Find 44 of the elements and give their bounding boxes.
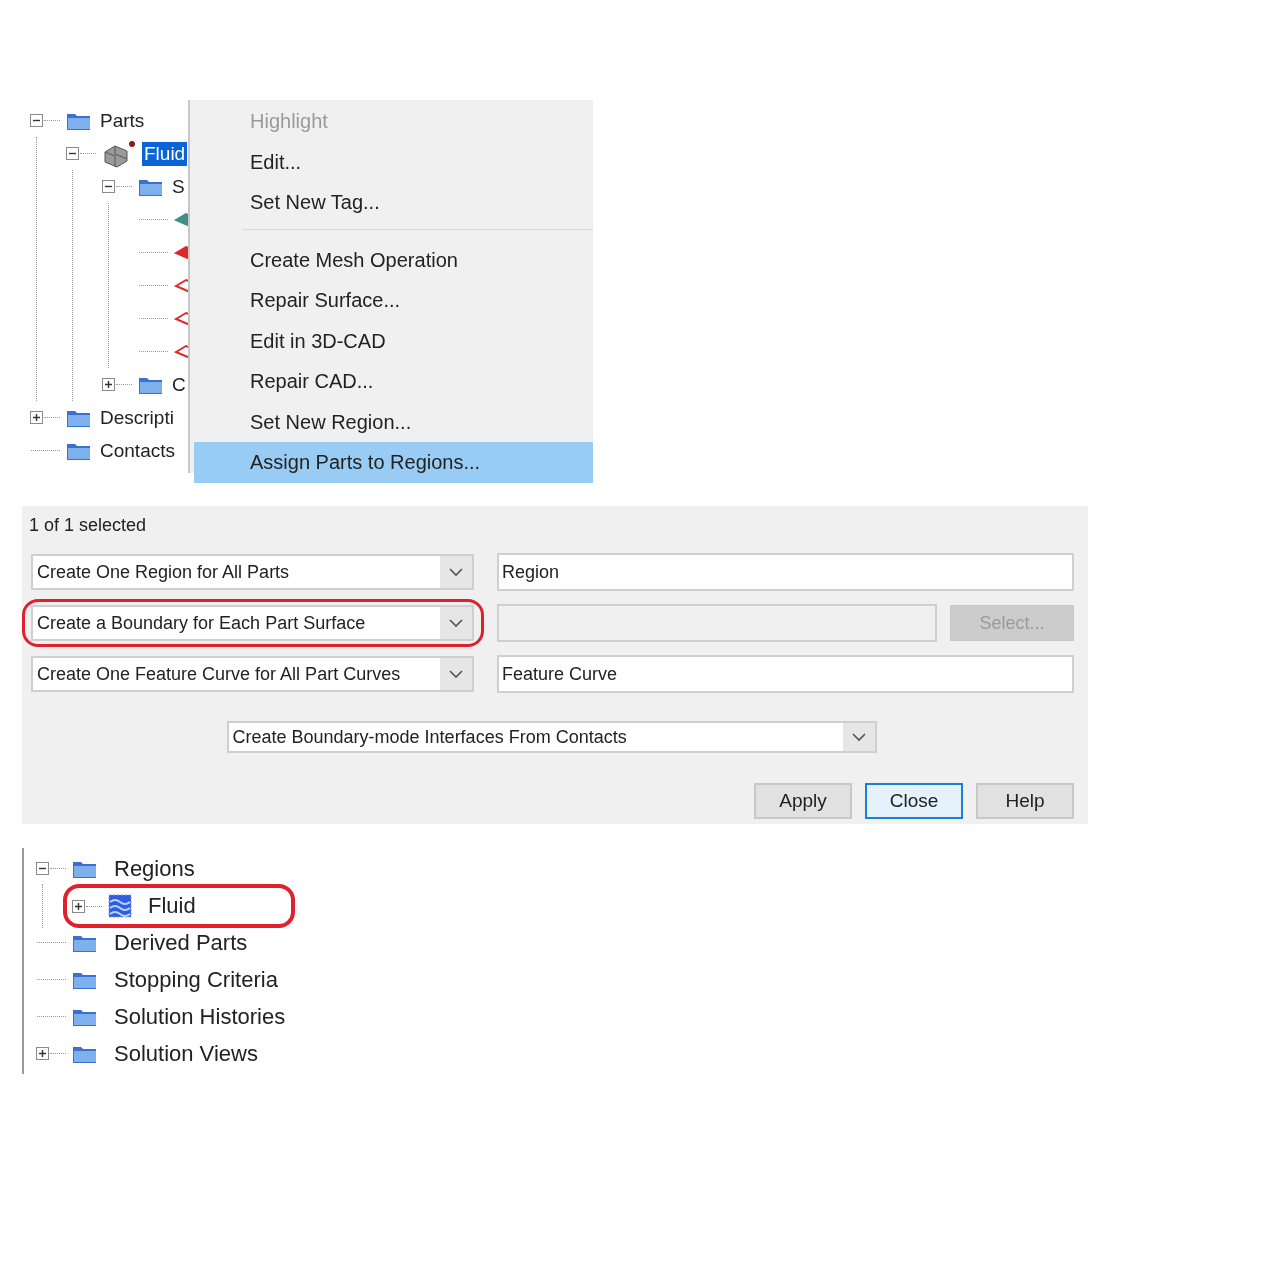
expand-toggle[interactable] xyxy=(102,378,115,391)
caret-icon xyxy=(449,669,463,679)
dialog-button[interactable]: Apply xyxy=(754,783,852,819)
collapse-toggle[interactable] xyxy=(66,147,79,160)
menu-item[interactable]: Set New Region... xyxy=(190,401,593,442)
tree-item[interactable]: Regions xyxy=(112,854,197,883)
expand-toggle[interactable] xyxy=(30,411,43,424)
tree-item[interactable]: Fluid xyxy=(146,892,198,920)
text-field[interactable]: Region xyxy=(497,553,1074,591)
tree-item[interactable]: Stopping Criteria xyxy=(112,965,280,994)
dropdown[interactable]: Create One Feature Curve for All Part Curves xyxy=(31,656,474,692)
menu-item[interactable]: Edit in 3D-CAD xyxy=(190,320,593,361)
selection-status: 1 of 1 selected xyxy=(29,514,148,537)
tree-item[interactable]: Parts xyxy=(98,108,147,133)
expand-toggle[interactable] xyxy=(36,1047,49,1060)
caret-icon xyxy=(449,567,463,577)
caret-icon xyxy=(449,618,463,628)
menu-item[interactable]: Repair CAD... xyxy=(190,361,593,402)
caret-icon xyxy=(851,732,866,742)
dropdown[interactable]: Create a Boundary for Each Part Surface xyxy=(31,605,474,641)
menu-item[interactable]: Set New Tag... xyxy=(190,182,593,223)
wave-icon xyxy=(108,894,132,918)
menu-item[interactable]: Repair Surface... xyxy=(190,280,593,321)
text-field[interactable]: Feature Curve xyxy=(497,655,1074,693)
tree-item[interactable]: Solution Histories xyxy=(112,1002,288,1031)
tree-item[interactable]: Fluid xyxy=(142,141,188,166)
menu-item[interactable]: Create Mesh Operation xyxy=(190,239,593,280)
menu-item[interactable]: Assign Parts to Regions... xyxy=(194,442,593,483)
tree-item[interactable]: C xyxy=(170,372,188,397)
tree-item[interactable]: S xyxy=(170,174,187,199)
collapse-toggle[interactable] xyxy=(102,180,115,193)
dropdown[interactable]: Create Boundary-mode Interfaces From Contacts xyxy=(226,721,877,753)
tree-item[interactable]: Derived Parts xyxy=(112,928,250,957)
collapse-toggle[interactable] xyxy=(30,114,43,127)
menu-item[interactable]: Edit... xyxy=(190,141,593,182)
tree-item[interactable]: Descripti xyxy=(98,405,176,430)
block-icon xyxy=(102,139,136,168)
dialog-button[interactable]: Help xyxy=(976,783,1074,819)
dialog-button[interactable]: Close xyxy=(865,783,963,819)
tree-item[interactable]: Contacts xyxy=(98,438,177,463)
dropdown[interactable]: Create One Region for All Parts xyxy=(31,554,474,590)
expand-toggle[interactable] xyxy=(72,899,85,913)
collapse-toggle[interactable] xyxy=(36,862,49,875)
tree-item[interactable]: Solution Views xyxy=(112,1039,260,1068)
